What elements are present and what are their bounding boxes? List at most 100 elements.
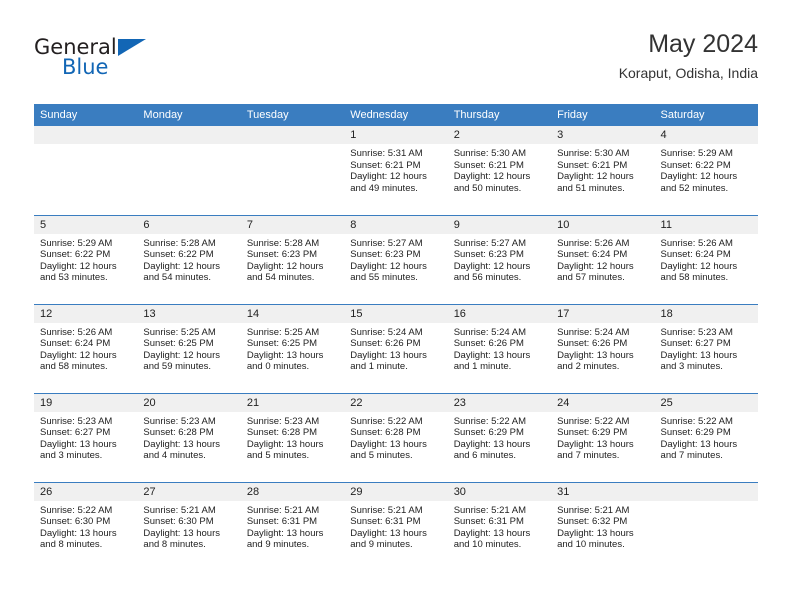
daylight-text-line2: and 7 minutes. xyxy=(660,450,723,462)
day-details: Sunrise: 5:26 AM Sunset: 6:24 PM Daylight:… xyxy=(655,234,758,284)
daylight-text-line1: Daylight: 12 hours xyxy=(557,260,634,272)
sunrise-text: Sunrise: 5:30 AM xyxy=(453,148,527,159)
calendar-day-cell[interactable]: 1 Sunrise: 5:31 AM Sunset: 6:21 PM Daylight… xyxy=(344,126,448,215)
day-details: Sunrise: 5:22 AM Sunset: 6:28 PM Daylight:… xyxy=(344,412,447,462)
calendar-day-cell[interactable]: 29 Sunrise: 5:21 AM Sunset: 6:31 PM Dayligh… xyxy=(344,481,448,571)
day-cell-inner: 6 Sunrise: 5:28 AM Sunset: 6:22 PM Daylight… xyxy=(137,215,241,304)
calendar-day-cell[interactable]: 6 Sunrise: 5:28 AM Sunset: 6:22 PM Daylight… xyxy=(137,214,241,304)
daylight-text-line1: Daylight: 13 hours xyxy=(557,527,634,539)
sunset-text: Sunset: 6:28 PM xyxy=(143,427,214,439)
calendar-day-cell[interactable]: 7 Sunrise: 5:28 AM Sunset: 6:23 PM Daylight… xyxy=(240,214,345,304)
day-number: 8 xyxy=(344,215,448,234)
sunrise-text: Sunrise: 5:22 AM xyxy=(350,415,423,427)
day-details: Sunrise: 5:23 AM Sunset: 6:27 PM Daylight:… xyxy=(34,412,137,462)
calendar-day-cell[interactable]: 8 Sunrise: 5:27 AM Sunset: 6:23 PM Daylight… xyxy=(344,214,448,304)
day-cell-inner: 28 Sunrise: 5:21 AM Sunset: 6:31 PM Dayligh… xyxy=(240,482,345,572)
calendar-day-cell[interactable]: 22 Sunrise: 5:22 AM Sunset: 6:28 PM Dayligh… xyxy=(344,392,448,482)
daylight-text-line1: Daylight: 12 hours xyxy=(246,260,324,272)
daylight-text-line1: Daylight: 13 hours xyxy=(557,349,634,361)
calendar-day-cell[interactable]: 5 Sunrise: 5:29 AM Sunset: 6:22 PM Daylight… xyxy=(34,214,138,304)
sunset-text: Sunset: 6:31 PM xyxy=(246,516,318,528)
sunrise-text: Sunrise: 5:26 AM xyxy=(40,326,113,338)
calendar-day-cell[interactable]: 23 Sunrise: 5:22 AM Sunset: 6:29 PM Dayligh… xyxy=(447,392,552,482)
calendar-day-cell[interactable]: 2 Sunrise: 5:30 AM Sunset: 6:21 PM Daylight… xyxy=(447,126,552,215)
sunrise-text: Sunrise: 5:25 AM xyxy=(143,326,216,338)
day-cell-inner: 10 Sunrise: 5:26 AM Sunset: 6:24 PM Dayligh… xyxy=(551,215,655,304)
sunset-text: Sunset: 6:23 PM xyxy=(453,249,524,261)
calendar-day-cell[interactable]: 9 Sunrise: 5:27 AM Sunset: 6:23 PM Daylight… xyxy=(447,214,552,304)
sunrise-text: Sunrise: 5:28 AM xyxy=(143,237,216,249)
daylight-text-line1: Daylight: 13 hours xyxy=(660,438,738,450)
calendar-day-cell[interactable]: 10 Sunrise: 5:26 AM Sunset: 6:24 PM Dayligh… xyxy=(551,214,655,304)
daylight-text-line1: Daylight: 13 hours xyxy=(453,527,531,539)
calendar-day-cell[interactable]: 12 Sunrise: 5:26 AM Sunset: 6:24 PM Dayligh… xyxy=(34,303,138,393)
calendar-day-cell[interactable]: 4 Sunrise: 5:29 AM Sunset: 6:22 PM Daylight… xyxy=(654,126,758,215)
calendar-day-cell[interactable]: 30 Sunrise: 5:21 AM Sunset: 6:31 PM Dayligh… xyxy=(447,481,552,571)
day-number: 29 xyxy=(344,482,448,501)
page-title: May 2024 xyxy=(648,30,758,58)
sunrise-text: Sunrise: 5:24 AM xyxy=(453,326,527,338)
day-number: 9 xyxy=(447,215,552,234)
daylight-text-line1: Daylight: 13 hours xyxy=(143,438,220,450)
day-details: Sunrise: 5:26 AM Sunset: 6:24 PM Daylight:… xyxy=(34,323,137,373)
day-number: 24 xyxy=(551,393,655,412)
calendar-day-cell[interactable]: 16 Sunrise: 5:24 AM Sunset: 6:26 PM Dayligh… xyxy=(447,303,552,393)
calendar-day-cell[interactable]: 25 Sunrise: 5:22 AM Sunset: 6:29 PM Dayligh… xyxy=(654,392,758,482)
daylight-text-line2: and 58 minutes. xyxy=(660,272,729,284)
calendar-day-cell[interactable]: 14 Sunrise: 5:25 AM Sunset: 6:25 PM Dayligh… xyxy=(240,303,345,393)
calendar-day-cell[interactable]: 26 Sunrise: 5:22 AM Sunset: 6:30 PM Dayligh… xyxy=(34,481,138,571)
daylight-text-line1: Daylight: 13 hours xyxy=(350,349,427,361)
sunrise-text: Sunrise: 5:30 AM xyxy=(557,148,630,159)
weekday-header-saturday: Saturday xyxy=(654,104,758,126)
daylight-text-line1: Daylight: 12 hours xyxy=(660,260,738,272)
general-blue-logo[interactable]: General Blue xyxy=(34,36,234,92)
day-cell-inner xyxy=(137,126,241,215)
daylight-text-line1: Daylight: 13 hours xyxy=(350,527,427,539)
calendar-day-cell[interactable]: 21 Sunrise: 5:23 AM Sunset: 6:28 PM Dayligh… xyxy=(240,392,345,482)
day-cell-inner: 19 Sunrise: 5:23 AM Sunset: 6:27 PM Dayligh… xyxy=(34,393,138,482)
day-number: 2 xyxy=(447,126,552,144)
calendar-day-cell[interactable]: 24 Sunrise: 5:22 AM Sunset: 6:29 PM Dayligh… xyxy=(551,392,655,482)
daylight-text-line2: and 3 minutes. xyxy=(40,450,103,462)
sunset-text: Sunset: 6:26 PM xyxy=(350,338,421,350)
sunrise-sunset-calendar: Sunday Monday Tuesday Wednesday Thursday Frid… xyxy=(34,104,758,571)
day-number: 17 xyxy=(551,304,655,323)
calendar-day-cell[interactable]: 27 Sunrise: 5:21 AM Sunset: 6:30 PM Dayligh… xyxy=(137,481,241,571)
day-details: Sunrise: 5:29 AM Sunset: 6:22 PM Daylight:… xyxy=(34,234,137,284)
sunset-text: Sunset: 6:31 PM xyxy=(350,516,421,528)
daylight-text-line2: and 5 minutes. xyxy=(246,450,310,462)
sunrise-text: Sunrise: 5:22 AM xyxy=(660,415,733,427)
sunrise-text: Sunrise: 5:21 AM xyxy=(557,504,630,516)
calendar-day-cell[interactable]: 28 Sunrise: 5:21 AM Sunset: 6:31 PM Dayligh… xyxy=(240,481,345,572)
calendar-day-cell[interactable]: 15 Sunrise: 5:24 AM Sunset: 6:26 PM Dayligh… xyxy=(344,303,448,393)
daylight-text-line1: Daylight: 13 hours xyxy=(143,527,220,539)
calendar-day-cell[interactable]: 31 Sunrise: 5:21 AM Sunset: 6:32 PM Dayligh… xyxy=(551,481,655,571)
calendar-day-cell[interactable]: 20 Sunrise: 5:23 AM Sunset: 6:28 PM Dayligh… xyxy=(137,392,241,482)
sunrise-text: Sunrise: 5:22 AM xyxy=(557,415,630,427)
sunset-text: Sunset: 6:29 PM xyxy=(660,427,731,439)
sunset-text: Sunset: 6:21 PM xyxy=(557,159,628,171)
day-cell-inner: 3 Sunrise: 5:30 AM Sunset: 6:21 PM Daylight… xyxy=(551,126,655,215)
daylight-text-line2: and 10 minutes. xyxy=(453,539,522,551)
calendar-week-row: 1 Sunrise: 5:31 AM Sunset: 6:21 PM Daylight… xyxy=(34,126,758,215)
day-details: Sunrise: 5:21 AM Sunset: 6:31 PM Daylight:… xyxy=(448,501,551,551)
day-cell-inner: 25 Sunrise: 5:22 AM Sunset: 6:29 PM Dayligh… xyxy=(654,393,758,482)
daylight-text-line1: Daylight: 13 hours xyxy=(246,438,324,450)
sunrise-text: Sunrise: 5:21 AM xyxy=(350,504,423,516)
day-cell-inner: 17 Sunrise: 5:24 AM Sunset: 6:26 PM Dayligh… xyxy=(551,304,655,393)
calendar-day-cell[interactable]: 13 Sunrise: 5:25 AM Sunset: 6:25 PM Dayligh… xyxy=(137,303,241,393)
daylight-text-line2: and 56 minutes. xyxy=(453,272,522,284)
daylight-text-line2: and 1 minute. xyxy=(350,361,408,373)
calendar-day-cell[interactable]: 18 Sunrise: 5:23 AM Sunset: 6:27 PM Dayligh… xyxy=(654,303,758,393)
calendar-day-cell[interactable]: 11 Sunrise: 5:26 AM Sunset: 6:24 PM Dayligh… xyxy=(654,214,758,304)
daylight-text-line1: Daylight: 13 hours xyxy=(40,527,117,539)
sunrise-text: Sunrise: 5:26 AM xyxy=(557,237,630,249)
calendar-day-cell[interactable]: 19 Sunrise: 5:23 AM Sunset: 6:27 PM Dayligh… xyxy=(34,392,138,482)
day-number xyxy=(654,482,758,501)
daylight-text-line2: and 10 minutes. xyxy=(557,539,625,551)
daylight-text-line2: and 6 minutes. xyxy=(453,450,517,462)
day-number: 13 xyxy=(137,304,241,323)
calendar-day-cell[interactable]: 3 Sunrise: 5:30 AM Sunset: 6:21 PM Daylight… xyxy=(551,126,655,215)
calendar-day-cell-empty xyxy=(654,481,758,571)
calendar-day-cell[interactable]: 17 Sunrise: 5:24 AM Sunset: 6:26 PM Dayligh… xyxy=(551,303,655,393)
